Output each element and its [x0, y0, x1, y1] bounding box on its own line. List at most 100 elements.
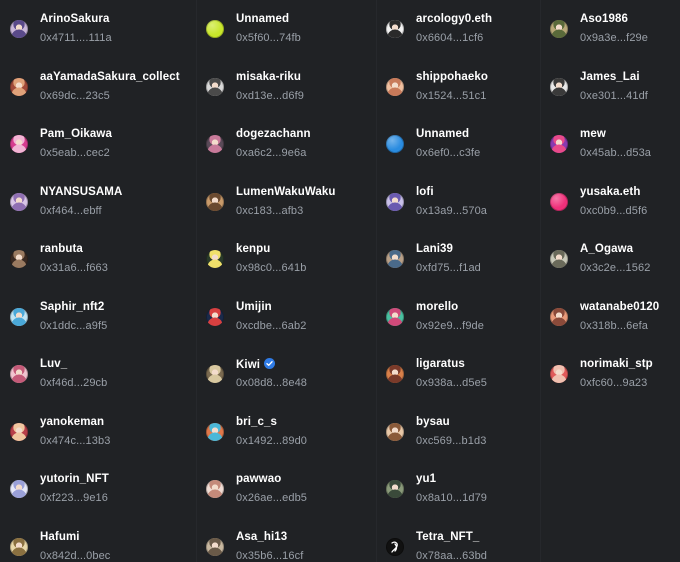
- avatar[interactable]: [206, 77, 224, 96]
- avatar[interactable]: [10, 422, 28, 441]
- holder-item[interactable]: arcology0.eth 0x6604...1cf6: [376, 10, 540, 58]
- avatar[interactable]: [10, 77, 28, 96]
- holder-name[interactable]: lofi: [416, 186, 434, 198]
- avatar[interactable]: [550, 135, 568, 153]
- holder-item[interactable]: A_Ogawa 0x3c2e...1562: [540, 240, 680, 288]
- holder-name[interactable]: Aso1986: [580, 13, 628, 25]
- holder-name[interactable]: bysau: [416, 416, 450, 428]
- holder-name[interactable]: dogezachann: [236, 128, 311, 140]
- avatar[interactable]: [206, 365, 224, 383]
- holder-item[interactable]: Luv_ 0xf46d...29cb: [0, 355, 196, 403]
- holder-item[interactable]: aaYamadaSakura_collect 0x69dc...23c5: [0, 68, 196, 116]
- holder-name[interactable]: Unnamed: [416, 128, 469, 140]
- avatar[interactable]: [386, 307, 404, 326]
- holder-item[interactable]: LumenWakuWaku 0xc183...afb3: [196, 183, 376, 231]
- holder-item[interactable]: Unnamed 0x6ef0...c3fe: [376, 125, 540, 173]
- holder-name[interactable]: Pam_Oikawa: [40, 128, 112, 140]
- holder-item[interactable]: norimaki_stp 0xfc60...9a23: [540, 355, 680, 403]
- avatar[interactable]: [386, 77, 404, 96]
- holder-item[interactable]: Aso1986 0x9a3e...f29e: [540, 10, 680, 58]
- holder-name[interactable]: bri_c_s: [236, 416, 277, 428]
- holder-name[interactable]: ranbuta: [40, 243, 83, 255]
- holder-name[interactable]: Asa_hi13: [236, 531, 287, 543]
- holder-name[interactable]: Hafumi: [40, 531, 80, 543]
- holder-item[interactable]: Pam_Oikawa 0x5eab...cec2: [0, 125, 196, 173]
- avatar[interactable]: [206, 20, 224, 38]
- avatar[interactable]: [386, 250, 404, 268]
- holder-name[interactable]: Luv_: [40, 358, 67, 370]
- avatar[interactable]: [206, 480, 224, 498]
- avatar[interactable]: [386, 20, 404, 38]
- avatar[interactable]: [10, 20, 28, 38]
- holder-name[interactable]: yanokeman: [40, 416, 104, 428]
- holder-name[interactable]: watanabe0120: [580, 301, 659, 313]
- holder-name[interactable]: Saphir_nft2: [40, 301, 104, 313]
- holder-item[interactable]: Unnamed 0x5f60...74fb: [196, 10, 376, 58]
- holder-name[interactable]: Unnamed: [236, 13, 289, 25]
- holder-item[interactable]: Umijin 0xcdbe...6ab2: [196, 298, 376, 346]
- avatar[interactable]: [386, 135, 404, 153]
- holder-item[interactable]: yusaka.eth 0xc0b9...d5f6: [540, 183, 680, 231]
- holder-name[interactable]: arcology0.eth: [416, 13, 492, 25]
- holder-name[interactable]: shippohaeko: [416, 71, 488, 83]
- holder-item[interactable]: yanokeman 0x474c...13b3: [0, 413, 196, 461]
- avatar[interactable]: [550, 365, 568, 383]
- holder-item[interactable]: yu1 0x8a10...1d79: [376, 470, 540, 518]
- avatar[interactable]: [386, 537, 404, 556]
- holder-item[interactable]: ligaratus 0x938a...d5e5: [376, 355, 540, 403]
- holder-name[interactable]: Kiwi: [236, 358, 276, 371]
- holder-name[interactable]: aaYamadaSakura_collect: [40, 71, 180, 83]
- holder-item[interactable]: yutorin_NFT 0xf223...9e16: [0, 470, 196, 518]
- avatar[interactable]: [550, 20, 568, 38]
- holder-name[interactable]: yutorin_NFT: [40, 473, 109, 485]
- avatar[interactable]: [206, 422, 224, 441]
- holder-item[interactable]: lofi 0x13a9...570a: [376, 183, 540, 231]
- holder-item[interactable]: Asa_hi13 0x35b6...16cf: [196, 528, 376, 562]
- avatar[interactable]: [10, 135, 28, 153]
- avatar[interactable]: [206, 135, 224, 153]
- holder-item[interactable]: bri_c_s 0x1492...89d0: [196, 413, 376, 461]
- holder-item[interactable]: misaka-riku 0xd13e...d6f9: [196, 68, 376, 116]
- holder-name[interactable]: ligaratus: [416, 358, 465, 370]
- avatar[interactable]: [10, 250, 28, 268]
- holder-name[interactable]: LumenWakuWaku: [236, 186, 335, 198]
- avatar[interactable]: [10, 307, 28, 326]
- avatar[interactable]: [386, 365, 404, 383]
- holder-item[interactable]: Kiwi 0x08d8...8e48: [196, 355, 376, 403]
- avatar[interactable]: [550, 77, 568, 96]
- holder-name[interactable]: yusaka.eth: [580, 186, 640, 198]
- avatar[interactable]: [386, 422, 404, 441]
- holder-item[interactable]: bysau 0xc569...b1d3: [376, 413, 540, 461]
- holder-item[interactable]: ArinoSakura 0x4711....111a: [0, 10, 196, 58]
- holder-name[interactable]: misaka-riku: [236, 71, 301, 83]
- avatar[interactable]: [10, 537, 28, 556]
- holder-name[interactable]: James_Lai: [580, 71, 640, 83]
- holder-name[interactable]: ArinoSakura: [40, 13, 109, 25]
- holder-item[interactable]: shippohaeko 0x1524...51c1: [376, 68, 540, 116]
- holder-name[interactable]: pawwao: [236, 473, 281, 485]
- holder-name[interactable]: A_Ogawa: [580, 243, 633, 255]
- holder-item[interactable]: Hafumi 0x842d...0bec: [0, 528, 196, 562]
- holder-name[interactable]: Umijin: [236, 301, 272, 313]
- holder-name[interactable]: yu1: [416, 473, 436, 485]
- holder-name[interactable]: Tetra_NFT_: [416, 531, 479, 543]
- holder-name[interactable]: kenpu: [236, 243, 270, 255]
- holder-name[interactable]: mew: [580, 128, 606, 140]
- holder-item[interactable]: dogezachann 0xa6c2...9e6a: [196, 125, 376, 173]
- holder-item[interactable]: ranbuta 0x31a6...f663: [0, 240, 196, 288]
- avatar[interactable]: [386, 192, 404, 211]
- avatar[interactable]: [386, 480, 404, 498]
- holder-item[interactable]: morello 0x92e9...f9de: [376, 298, 540, 346]
- holder-item[interactable]: Saphir_nft2 0x1ddc...a9f5: [0, 298, 196, 346]
- avatar[interactable]: [206, 307, 224, 326]
- holder-item[interactable]: mew 0x45ab...d53a: [540, 125, 680, 173]
- holder-item[interactable]: watanabe0120 0x318b...6efa: [540, 298, 680, 346]
- holder-item[interactable]: NYANSUSAMA 0xf464...ebff: [0, 183, 196, 231]
- avatar[interactable]: [550, 307, 568, 326]
- holder-item[interactable]: Lani39 0xfd75...f1ad: [376, 240, 540, 288]
- holder-name[interactable]: Lani39: [416, 243, 453, 255]
- holder-item[interactable]: kenpu 0x98c0...641b: [196, 240, 376, 288]
- avatar[interactable]: [550, 250, 568, 268]
- avatar[interactable]: [10, 192, 28, 211]
- holder-name[interactable]: norimaki_stp: [580, 358, 653, 370]
